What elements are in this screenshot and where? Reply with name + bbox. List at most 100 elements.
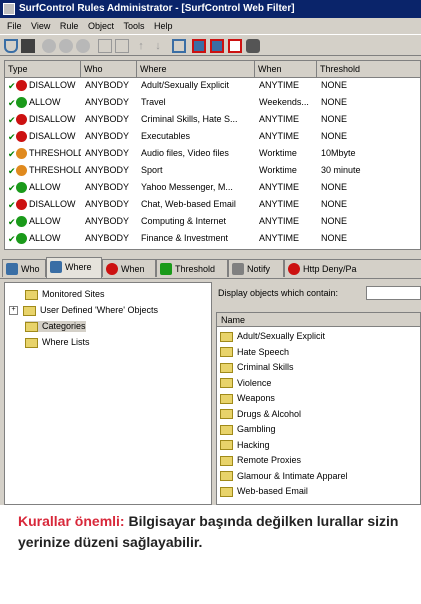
list-item-label: Hate Speech [237, 346, 290, 357]
grid-icon[interactable] [172, 39, 186, 53]
print-icon[interactable] [21, 39, 35, 53]
globe-icon[interactable] [59, 39, 73, 53]
menu-file[interactable]: File [7, 21, 22, 31]
list-item[interactable]: Remote Proxies [220, 455, 301, 466]
column-header-when[interactable]: When [255, 61, 317, 77]
new-rule-icon[interactable] [98, 39, 112, 53]
list-item[interactable]: Drugs & Alcohol [220, 409, 301, 420]
menu-tools[interactable]: Tools [123, 21, 144, 31]
menu-view[interactable]: View [31, 21, 50, 31]
cell-type: ALLOW [29, 182, 61, 192]
list-item[interactable]: Hacking [220, 440, 270, 451]
folder-icon [25, 337, 38, 348]
table-row[interactable]: ✔ DISALLOW ANYBODY Criminal Skills, Hate S.… [5, 112, 420, 127]
tree-item-user-defined[interactable]: + User Defined 'Where' Objects [9, 305, 158, 316]
arrow-down-icon[interactable]: ↓ [151, 39, 165, 53]
folder-icon [23, 305, 36, 316]
list-item-label: Adult/Sexually Explicit [237, 331, 326, 341]
table-row[interactable]: ✔ ALLOW ANYBODY Finance & Investment ANYTIME… [5, 231, 420, 246]
list-item-label: Web-based Email [237, 486, 308, 496]
tree-item-categories[interactable]: Categories [25, 321, 86, 332]
check-icon: ✔ [8, 234, 16, 244]
list-item-label: Gambling [237, 424, 276, 434]
menu-help[interactable]: Help [154, 21, 173, 31]
hourglass-icon [160, 263, 172, 275]
table-row[interactable]: ✔ DISALLOW ANYBODY Adult/Sexually Explicit A… [5, 78, 420, 93]
cell-when: ANYTIME [259, 233, 300, 243]
list-item[interactable]: Hate Speech [220, 347, 289, 358]
tree-item-where-lists[interactable]: Where Lists [25, 337, 90, 348]
cell-where: Computing & Internet [141, 216, 227, 226]
status-light-icon [16, 199, 27, 210]
menu-object[interactable]: Object [88, 21, 114, 31]
list-item[interactable]: Criminal Skills [220, 362, 294, 373]
status-light-icon [16, 80, 27, 91]
monitor-icon[interactable] [210, 39, 224, 53]
monitor-icon[interactable] [192, 39, 206, 53]
mail-icon [232, 263, 244, 275]
tab-http-deny[interactable]: Http Deny/Pa [284, 259, 421, 277]
tab-where[interactable]: Where [46, 257, 102, 278]
tree-item-monitored-sites[interactable]: Monitored Sites [25, 289, 105, 300]
menu-rule[interactable]: Rule [60, 21, 79, 31]
cell-who: ANYBODY [85, 97, 130, 107]
globe-icon[interactable] [42, 39, 56, 53]
table-row[interactable]: ✔ ALLOW ANYBODY Computing & Internet ANYTIME… [5, 214, 420, 229]
tab-who[interactable]: Who [2, 259, 46, 277]
cell-type: DISALLOW [29, 80, 76, 90]
tab-label: Who [21, 264, 40, 274]
tab-threshold[interactable]: Threshold [156, 259, 228, 277]
list-item[interactable]: Adult/Sexually Explicit [220, 331, 325, 342]
rules-grid: Type Who Where When Threshold ✔ DISALLOW A… [4, 60, 421, 250]
check-icon: ✔ [8, 200, 16, 210]
cell-type: DISALLOW [29, 114, 76, 124]
folder-icon [220, 331, 233, 342]
arrow-up-icon[interactable]: ↑ [134, 39, 148, 53]
check-icon: ✔ [8, 98, 16, 108]
cell-when: ANYTIME [259, 114, 300, 124]
column-header-where[interactable]: Where [137, 61, 255, 77]
list-item[interactable]: Weapons [220, 393, 275, 404]
table-row[interactable]: ✔ DISALLOW ANYBODY Chat, Web-based Email ANY… [5, 197, 420, 212]
column-header-type[interactable]: Type [5, 61, 81, 77]
list-item[interactable]: Gambling [220, 424, 276, 435]
tab-when[interactable]: When [102, 259, 156, 277]
filter-label: Display objects which contain: [218, 288, 339, 298]
cell-where: Executables [141, 131, 191, 141]
document-icon[interactable] [228, 39, 242, 53]
people-icon [6, 263, 18, 275]
tab-notify[interactable]: Notify [228, 259, 284, 277]
folder-icon [220, 440, 233, 451]
globe-icon[interactable] [76, 39, 90, 53]
table-row[interactable]: ✔ THRESHOLD ANYBODY Audio files, Video file… [5, 146, 420, 161]
filter-input[interactable] [366, 286, 421, 300]
column-header-threshold[interactable]: Threshold [317, 61, 420, 77]
expand-icon[interactable]: + [9, 306, 18, 316]
window-title: SurfControl Rules Administrator - [SurfC… [19, 3, 295, 14]
cell-where: Adult/Sexually Explicit [141, 80, 230, 90]
delete-rule-icon[interactable] [115, 39, 129, 53]
table-row[interactable]: ✔ ALLOW ANYBODY Travel Weekends... NONE [5, 95, 420, 110]
tool-icon[interactable] [246, 39, 260, 53]
status-light-icon [16, 233, 27, 244]
cell-threshold: NONE [321, 199, 348, 209]
cell-threshold: NONE [321, 182, 348, 192]
cell-type: ALLOW [29, 216, 61, 226]
folder-icon [220, 409, 233, 420]
table-row[interactable]: ✔ DISALLOW ANYBODY Executables ANYTIME NONE [5, 129, 420, 144]
tree-item-label: Categories [42, 321, 86, 331]
list-item[interactable]: Violence [220, 378, 271, 389]
list-item[interactable]: Web-based Email [220, 486, 308, 497]
cell-who: ANYBODY [85, 233, 130, 243]
title-bar[interactable]: SurfControl Rules Administrator - [SurfC… [0, 0, 421, 18]
cell-who: ANYBODY [85, 216, 130, 226]
save-icon[interactable] [4, 39, 18, 53]
cell-where: Travel [141, 97, 166, 107]
column-header-name[interactable]: Name [217, 313, 420, 327]
table-row[interactable]: ✔ THRESHOLD ANYBODY Sport Worktime 30 minute [5, 163, 420, 178]
list-item[interactable]: Glamour & Intimate Apparel [220, 471, 348, 482]
column-header-who[interactable]: Who [81, 61, 137, 77]
folder-icon [220, 486, 233, 497]
table-row[interactable]: ✔ ALLOW ANYBODY Yahoo Messenger, M... ANYTIM… [5, 180, 420, 195]
tab-label: Threshold [175, 264, 216, 274]
